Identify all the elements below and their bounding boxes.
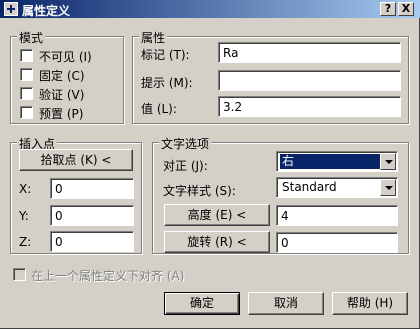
- rotation-input[interactable]: 0: [276, 232, 398, 253]
- preset-checkbox[interactable]: [20, 106, 33, 119]
- mode-legend: 模式: [17, 29, 46, 46]
- height-button[interactable]: 高度 (E) <: [164, 204, 270, 226]
- window-title: 属性定义: [22, 4, 71, 18]
- justify-value: 右: [280, 154, 380, 169]
- align-below-checkbox[interactable]: [13, 268, 26, 281]
- text-options-group: 文字选项 对正 (J): 右 文字样式 (S): Standard 高度 (E)…: [152, 135, 409, 254]
- attribute-legend: 属性: [139, 29, 168, 46]
- tag-input[interactable]: Ra: [218, 42, 401, 63]
- height-input[interactable]: 4: [276, 205, 398, 226]
- constant-label: 固定 (C): [39, 69, 85, 83]
- invisible-checkbox[interactable]: [20, 49, 33, 62]
- text-style-label: 文字样式 (S):: [163, 184, 236, 198]
- align-below-label: 在上一个属性定义下对齐 (A): [31, 269, 185, 283]
- ok-button[interactable]: 确定: [164, 292, 240, 315]
- text-style-dropdown-icon[interactable]: [380, 179, 396, 196]
- text-style-value: Standard: [282, 180, 337, 194]
- title-bar: 属性定义 ? X: [0, 0, 420, 18]
- close-button[interactable]: X: [398, 2, 414, 16]
- mode-group: 模式 不可见 (I) 固定 (C) 验证 (V) 预置 (P): [10, 29, 124, 124]
- attribute-definition-dialog: 属性定义 ? X 模式 不可见 (I) 固定 (C) 验证 (V) 预置 (P)…: [0, 0, 420, 329]
- justify-dropdown-icon[interactable]: [380, 153, 396, 170]
- tag-label: 标记 (T):: [141, 48, 190, 62]
- y-label: Y:: [19, 209, 29, 223]
- app-icon: [4, 2, 18, 16]
- z-input[interactable]: 0: [50, 231, 134, 252]
- rotation-button[interactable]: 旋转 (R) <: [164, 231, 270, 253]
- verify-checkbox[interactable]: [20, 87, 33, 100]
- y-input[interactable]: 0: [50, 205, 134, 226]
- verify-label: 验证 (V): [39, 88, 85, 102]
- invisible-label: 不可见 (I): [39, 50, 92, 64]
- value-input[interactable]: 3.2: [218, 96, 401, 117]
- x-label: X:: [19, 182, 32, 196]
- attribute-group: 属性 标记 (T): Ra 提示 (M): 值 (L): 3.2: [132, 29, 409, 124]
- pick-point-button[interactable]: 拾取点 (K) <: [19, 149, 133, 171]
- cancel-button[interactable]: 取消: [248, 292, 324, 315]
- text-options-legend: 文字选项: [159, 135, 212, 152]
- prompt-input[interactable]: [218, 70, 401, 91]
- insertion-point-group: 插入点 拾取点 (K) < X: 0 Y: 0 Z: 0: [10, 135, 142, 254]
- constant-checkbox[interactable]: [20, 68, 33, 81]
- justify-select[interactable]: 右: [276, 151, 398, 172]
- preset-label: 预置 (P): [39, 107, 84, 121]
- z-label: Z:: [19, 235, 32, 249]
- x-input[interactable]: 0: [50, 178, 134, 199]
- help-button[interactable]: 帮助 (H): [332, 292, 408, 315]
- text-style-select[interactable]: Standard: [276, 177, 398, 198]
- prompt-label: 提示 (M):: [141, 76, 193, 90]
- help-title-button[interactable]: ?: [380, 2, 396, 16]
- justify-label: 对正 (J):: [163, 159, 208, 173]
- value-label: 值 (L):: [141, 102, 177, 116]
